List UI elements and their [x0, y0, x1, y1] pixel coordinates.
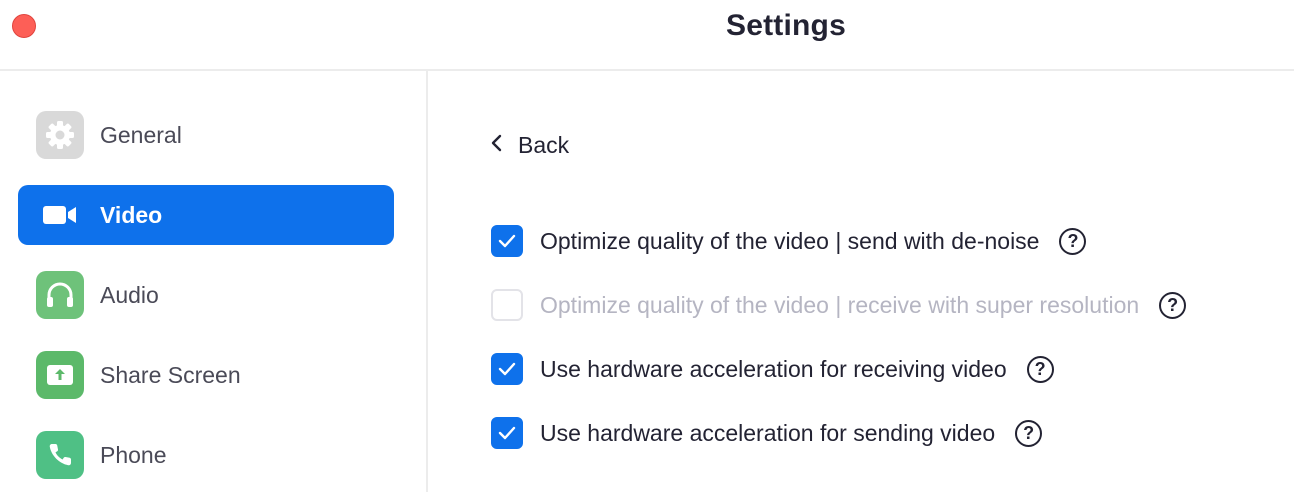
sidebar-item-phone[interactable]: Phone	[18, 425, 394, 485]
option-hw-accel-receiving: Use hardware acceleration for receiving …	[491, 352, 1054, 386]
checkmark-icon	[498, 362, 516, 376]
back-button[interactable]: Back	[490, 127, 569, 163]
sidebar-item-label: Audio	[100, 282, 159, 308]
phone-icon	[36, 431, 84, 479]
option-receive-super-resolution: Optimize quality of the video | receive …	[491, 288, 1187, 322]
option-label: Optimize quality of the video | send wit…	[540, 227, 1040, 254]
help-icon[interactable]: ?	[1159, 291, 1187, 319]
window-title: Settings	[726, 9, 846, 42]
option-send-denoise: Optimize quality of the video | send wit…	[491, 224, 1087, 258]
sidebar-item-label: Phone	[100, 442, 167, 468]
headphones-icon	[36, 271, 84, 319]
sidebar-item-label: Share Screen	[100, 362, 241, 388]
sidebar-item-audio[interactable]: Audio	[18, 265, 394, 325]
chevron-left-icon	[490, 134, 504, 157]
checkmark-icon	[498, 426, 516, 440]
back-label: Back	[518, 131, 570, 158]
option-hw-accel-sending: Use hardware acceleration for sending vi…	[491, 416, 1043, 450]
settings-sidebar: General Video Audio Share Screen Phone	[0, 71, 428, 492]
help-icon[interactable]: ?	[1026, 355, 1054, 383]
sidebar-item-label: General	[100, 122, 182, 148]
option-label: Optimize quality of the video | receive …	[540, 291, 1140, 318]
video-settings-panel: Back Optimize quality of the video | sen…	[428, 71, 1294, 492]
checkbox-receive-super-resolution[interactable]	[491, 289, 523, 321]
option-label: Use hardware acceleration for receiving …	[540, 355, 1007, 382]
help-icon[interactable]: ?	[1059, 227, 1087, 255]
checkmark-icon	[498, 234, 516, 248]
checkbox-hw-accel-receiving[interactable]	[491, 353, 523, 385]
checkbox-send-denoise[interactable]	[491, 225, 523, 257]
gear-icon	[36, 111, 84, 159]
title-bar: Settings	[0, 0, 1294, 71]
help-icon[interactable]: ?	[1015, 419, 1043, 447]
sidebar-item-video[interactable]: Video	[18, 185, 394, 245]
option-label: Use hardware acceleration for sending vi…	[540, 419, 996, 446]
video-camera-icon	[36, 191, 84, 239]
sidebar-item-label: Video	[100, 202, 163, 228]
sidebar-item-share-screen[interactable]: Share Screen	[18, 345, 394, 405]
sidebar-item-general[interactable]: General	[18, 105, 394, 165]
checkbox-hw-accel-sending[interactable]	[491, 417, 523, 449]
share-screen-icon	[36, 351, 84, 399]
